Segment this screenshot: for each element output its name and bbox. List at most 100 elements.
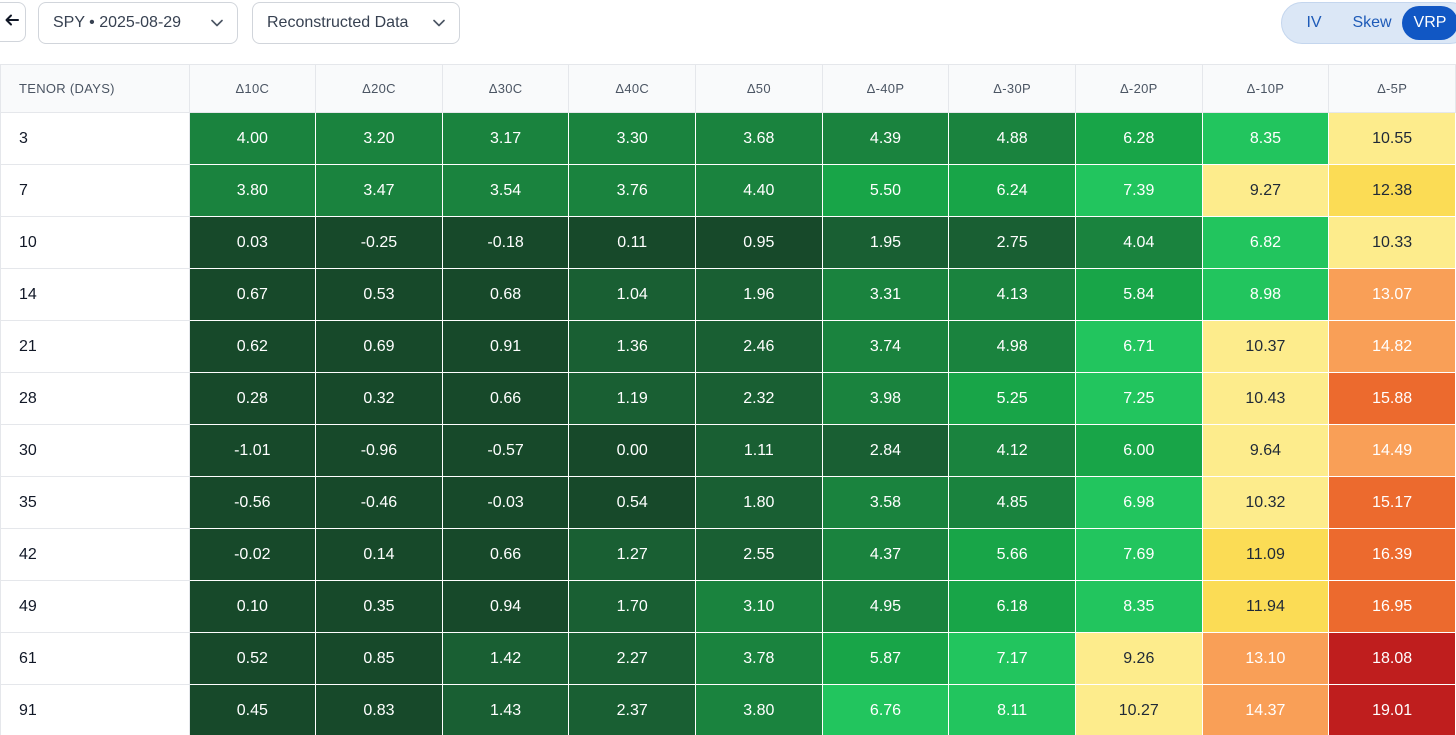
vrp-cell: 2.46 <box>696 321 823 373</box>
vrp-cell: 3.54 <box>442 165 569 217</box>
table-header-row: TENOR (DAYS) Δ10CΔ20CΔ30CΔ40CΔ50Δ-40PΔ-3… <box>1 65 1456 113</box>
back-button[interactable] <box>0 2 26 42</box>
vrp-cell: 3.20 <box>316 113 443 165</box>
vrp-cell: 0.66 <box>442 529 569 581</box>
vrp-cell: 0.62 <box>189 321 316 373</box>
table-row: 35-0.56-0.46-0.030.541.803.584.856.9810.… <box>1 477 1456 529</box>
tab-iv[interactable]: IV <box>1294 6 1334 40</box>
vrp-cell: 15.88 <box>1329 373 1456 425</box>
vrp-cell: 2.37 <box>569 685 696 735</box>
vrp-cell: 9.64 <box>1202 425 1329 477</box>
tenor-cell: 21 <box>1 321 190 373</box>
vrp-cell: 6.18 <box>949 581 1076 633</box>
vrp-cell: -0.46 <box>316 477 443 529</box>
vrp-cell: 7.39 <box>1075 165 1202 217</box>
vrp-cell: 0.68 <box>442 269 569 321</box>
vrp-cell: 6.82 <box>1202 217 1329 269</box>
vrp-cell: 12.38 <box>1329 165 1456 217</box>
vrp-cell: 0.14 <box>316 529 443 581</box>
vrp-cell: 6.00 <box>1075 425 1202 477</box>
tenor-cell: 3 <box>1 113 190 165</box>
vrp-cell: 5.87 <box>822 633 949 685</box>
table-row: 100.03-0.25-0.180.110.951.952.754.046.82… <box>1 217 1456 269</box>
vrp-cell: -0.57 <box>442 425 569 477</box>
vrp-cell: 3.80 <box>696 685 823 735</box>
vrp-cell: -0.56 <box>189 477 316 529</box>
column-header: Δ-20P <box>1075 65 1202 113</box>
arrow-left-icon <box>4 12 20 33</box>
vrp-cell: 5.66 <box>949 529 1076 581</box>
vrp-cell: -0.25 <box>316 217 443 269</box>
vrp-cell: 7.69 <box>1075 529 1202 581</box>
tenor-cell: 7 <box>1 165 190 217</box>
vrp-cell: -0.96 <box>316 425 443 477</box>
symbol-date-select[interactable]: SPY • 2025-08-29 <box>38 2 238 44</box>
vrp-cell: 3.78 <box>696 633 823 685</box>
tenor-cell: 35 <box>1 477 190 529</box>
vrp-cell: 0.52 <box>189 633 316 685</box>
vrp-cell: 0.32 <box>316 373 443 425</box>
vrp-cell: -0.18 <box>442 217 569 269</box>
tenor-column-header: TENOR (DAYS) <box>1 65 190 113</box>
vrp-cell: 10.55 <box>1329 113 1456 165</box>
vrp-cell: 3.30 <box>569 113 696 165</box>
vrp-cell: 10.32 <box>1202 477 1329 529</box>
vrp-cell: 9.27 <box>1202 165 1329 217</box>
vrp-cell: 1.42 <box>442 633 569 685</box>
vrp-cell: 1.04 <box>569 269 696 321</box>
vrp-cell: 2.32 <box>696 373 823 425</box>
vrp-cell: 0.45 <box>189 685 316 735</box>
vrp-cell: 1.43 <box>442 685 569 735</box>
column-header: Δ30C <box>442 65 569 113</box>
table-row: 30-1.01-0.96-0.570.001.112.844.126.009.6… <box>1 425 1456 477</box>
vrp-cell: 2.84 <box>822 425 949 477</box>
tenor-cell: 28 <box>1 373 190 425</box>
vrp-table-container: TENOR (DAYS) Δ10CΔ20CΔ30CΔ40CΔ50Δ-40PΔ-3… <box>0 64 1456 735</box>
vrp-cell: 3.31 <box>822 269 949 321</box>
table-row: 280.280.320.661.192.323.985.257.2510.431… <box>1 373 1456 425</box>
vrp-cell: 16.39 <box>1329 529 1456 581</box>
vrp-cell: 6.28 <box>1075 113 1202 165</box>
vrp-cell: 3.10 <box>696 581 823 633</box>
table-row: 140.670.530.681.041.963.314.135.848.9813… <box>1 269 1456 321</box>
vrp-cell: 0.10 <box>189 581 316 633</box>
vrp-cell: 11.94 <box>1202 581 1329 633</box>
vrp-cell: 14.49 <box>1329 425 1456 477</box>
vrp-cell: 11.09 <box>1202 529 1329 581</box>
vrp-cell: 4.98 <box>949 321 1076 373</box>
vrp-cell: 1.80 <box>696 477 823 529</box>
vrp-cell: 4.40 <box>696 165 823 217</box>
vrp-cell: 3.47 <box>316 165 443 217</box>
vrp-cell: 4.04 <box>1075 217 1202 269</box>
vrp-cell: 0.91 <box>442 321 569 373</box>
vrp-cell: 15.17 <box>1329 477 1456 529</box>
vrp-cell: 10.37 <box>1202 321 1329 373</box>
tenor-cell: 61 <box>1 633 190 685</box>
vrp-cell: 0.53 <box>316 269 443 321</box>
table-row: 490.100.350.941.703.104.956.188.3511.941… <box>1 581 1456 633</box>
vrp-cell: 3.58 <box>822 477 949 529</box>
vrp-cell: 1.95 <box>822 217 949 269</box>
vrp-cell: 8.35 <box>1202 113 1329 165</box>
tenor-cell: 30 <box>1 425 190 477</box>
vrp-cell: 0.66 <box>442 373 569 425</box>
vrp-cell: 18.08 <box>1329 633 1456 685</box>
tab-vrp[interactable]: VRP <box>1402 6 1456 40</box>
vrp-cell: 8.35 <box>1075 581 1202 633</box>
vrp-cell: 5.84 <box>1075 269 1202 321</box>
vrp-cell: 13.10 <box>1202 633 1329 685</box>
vrp-cell: 1.36 <box>569 321 696 373</box>
data-source-select[interactable]: Reconstructed Data <box>252 2 460 44</box>
vrp-cell: 1.11 <box>696 425 823 477</box>
vrp-cell: 8.98 <box>1202 269 1329 321</box>
vrp-cell: 7.17 <box>949 633 1076 685</box>
vrp-cell: 1.27 <box>569 529 696 581</box>
vrp-cell: 3.98 <box>822 373 949 425</box>
vrp-cell: 10.43 <box>1202 373 1329 425</box>
vrp-cell: 4.00 <box>189 113 316 165</box>
vrp-cell: 7.25 <box>1075 373 1202 425</box>
tab-skew[interactable]: Skew <box>1344 6 1400 40</box>
vrp-cell: 6.24 <box>949 165 1076 217</box>
tenor-cell: 42 <box>1 529 190 581</box>
chevron-down-icon <box>211 19 223 27</box>
